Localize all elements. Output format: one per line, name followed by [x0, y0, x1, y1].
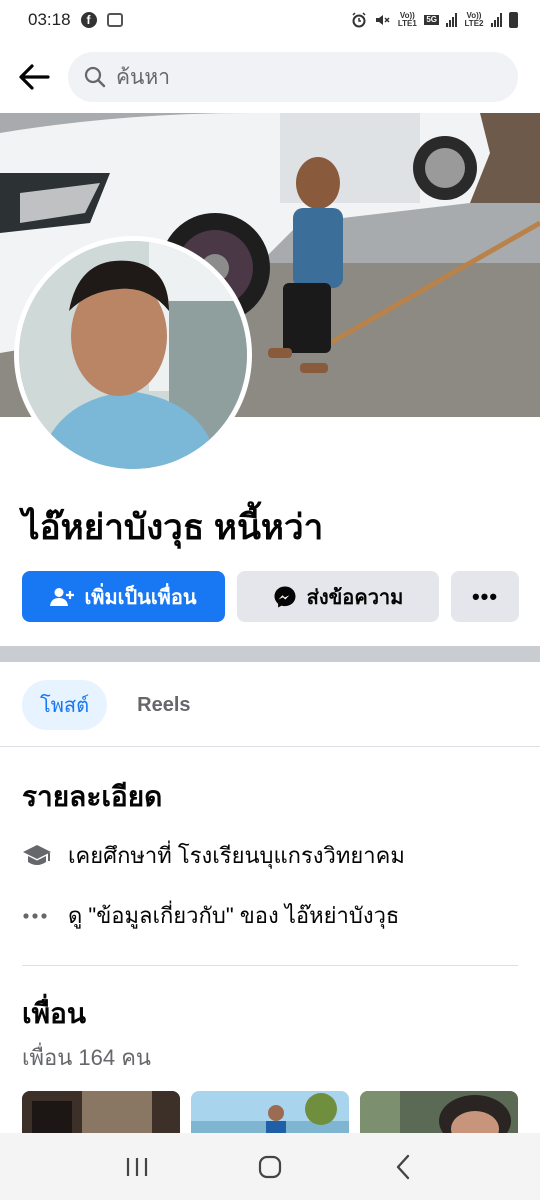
friends-title: เพื่อน — [22, 998, 86, 1029]
search-placeholder: ค้นหา — [116, 65, 171, 89]
top-header: ค้นหา — [0, 46, 540, 108]
system-back-button[interactable] — [373, 1137, 433, 1197]
friend-thumbnail[interactable] — [22, 1091, 180, 1133]
section-divider — [0, 646, 540, 662]
message-label: ส่งข้อความ — [306, 586, 404, 609]
screenshot-icon — [106, 13, 123, 27]
chevron-left-icon — [397, 1154, 410, 1179]
avatar — [19, 241, 247, 469]
signal-2-icon — [491, 13, 502, 27]
add-friend-label: เพิ่มเป็นเพื่อน — [84, 586, 197, 609]
graduation-cap-icon — [22, 843, 68, 869]
about-link-text: ดู "ข้อมูลเกี่ยวกับ" ของ ไอ๊หย่าบังวุธ — [68, 903, 400, 928]
signal-icon — [446, 13, 457, 27]
battery-icon — [509, 12, 518, 28]
add-friend-icon — [50, 587, 75, 606]
tab-posts-label: โพสต์ — [40, 695, 90, 717]
search-icon — [84, 66, 106, 88]
tab-posts[interactable]: โพสต์ — [22, 680, 108, 730]
add-friend-button[interactable]: เพิ่มเป็นเพื่อน — [22, 571, 225, 622]
more-icon: ••• — [471, 583, 499, 609]
profile-tabs: โพสต์ Reels — [22, 680, 191, 730]
network-lte2-label: Vo)) LTE2 — [464, 11, 484, 28]
home-button[interactable] — [240, 1137, 300, 1197]
profile-picture[interactable] — [14, 236, 252, 474]
friends-count: เพื่อน 164 คน — [22, 1045, 151, 1070]
profile-actions: เพิ่มเป็นเพื่อน ส่งข้อความ ••• — [22, 571, 519, 622]
friend-thumbnail[interactable] — [191, 1091, 349, 1133]
search-input[interactable]: ค้นหา — [68, 52, 518, 102]
about-row[interactable]: ดู "ข้อมูลเกี่ยวกับ" ของ ไอ๊หย่าบังวุธ — [22, 898, 399, 933]
more-options-button[interactable]: ••• — [451, 571, 519, 622]
education-row: เคยศึกษาที่ โรงเรียนบุแกรงวิทยาคม — [22, 838, 405, 873]
home-icon — [258, 1155, 282, 1178]
recent-apps-icon — [126, 1157, 147, 1176]
profile-name: ไอ๊หย่าบังวุธ หนี้หว่า — [22, 508, 324, 547]
network-lte1-label: Vo)) LTE1 — [397, 11, 417, 28]
tabs-divider — [0, 746, 540, 747]
status-time: 03:18 — [28, 10, 71, 29]
facebook-notification-icon: f — [80, 12, 97, 28]
friend-thumbnail[interactable] — [360, 1091, 518, 1133]
network-5g-label: 5G — [424, 15, 439, 25]
alarm-icon — [352, 12, 366, 28]
details-separator — [22, 965, 518, 966]
details-title: รายละเอียด — [22, 781, 163, 812]
messenger-icon — [274, 586, 296, 607]
back-arrow-icon — [19, 64, 50, 90]
ellipsis-icon — [22, 912, 68, 920]
back-button[interactable] — [4, 47, 64, 107]
status-bar: 03:18 f Vo)) LTE1 5G Vo)) LTE2 — [0, 0, 540, 40]
message-button[interactable]: ส่งข้อความ — [237, 571, 439, 622]
education-text: เคยศึกษาที่ โรงเรียนบุแกรงวิทยาคม — [68, 843, 405, 868]
recent-apps-button[interactable] — [107, 1137, 167, 1197]
system-nav-bar — [0, 1133, 540, 1200]
tab-reels[interactable]: Reels — [137, 694, 190, 717]
mute-icon — [376, 15, 390, 25]
